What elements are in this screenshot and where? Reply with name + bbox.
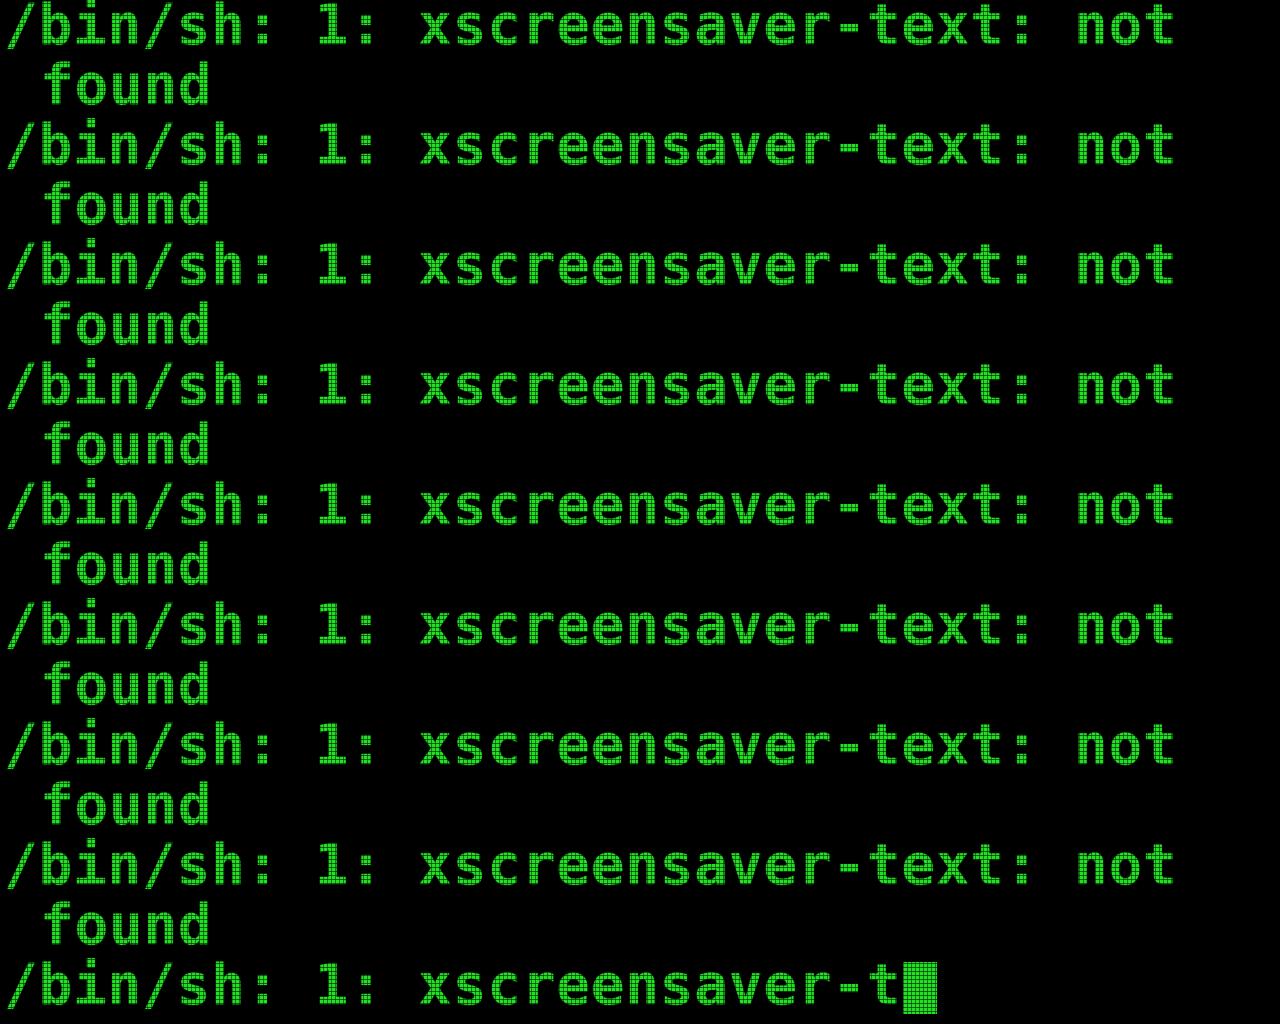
terminal-line: /bin/sh: 1: xscreensaver-text: not	[4, 113, 1178, 178]
terminal-line: /bin/sh: 1: xscreensaver-text: not	[4, 0, 1178, 58]
terminal-line-continuation: found	[40, 773, 213, 838]
terminal-current-text: /bin/sh: 1: xscreensaver-t	[4, 953, 902, 1018]
screensaver-terminal: /bin/sh: 1: xscreensaver-text: not found /…	[0, 0, 1280, 1024]
terminal-line: /bin/sh: 1: xscreensaver-text: not	[4, 713, 1178, 778]
terminal-line: /bin/sh: 1: xscreensaver-text: not	[4, 593, 1178, 658]
terminal-line-continuation: found	[40, 293, 213, 358]
terminal-line-continuation: found	[40, 173, 213, 238]
terminal-output: /bin/sh: 1: xscreensaver-text: not found /…	[4, 0, 1274, 1016]
terminal-line: /bin/sh: 1: xscreensaver-text: not	[4, 353, 1178, 418]
terminal-line: /bin/sh: 1: xscreensaver-text: not	[4, 833, 1178, 898]
terminal-line-continuation: found	[40, 53, 213, 118]
terminal-line-continuation: found	[40, 413, 213, 478]
terminal-line-continuation: found	[40, 533, 213, 598]
terminal-current-line: /bin/sh: 1: xscreensaver-t	[4, 956, 1274, 1016]
block-cursor-icon	[903, 962, 938, 1014]
terminal-line-continuation: found	[40, 653, 213, 718]
terminal-line-continuation: found	[40, 893, 213, 958]
terminal-line: /bin/sh: 1: xscreensaver-text: not	[4, 233, 1178, 298]
terminal-line: /bin/sh: 1: xscreensaver-text: not	[4, 473, 1178, 538]
